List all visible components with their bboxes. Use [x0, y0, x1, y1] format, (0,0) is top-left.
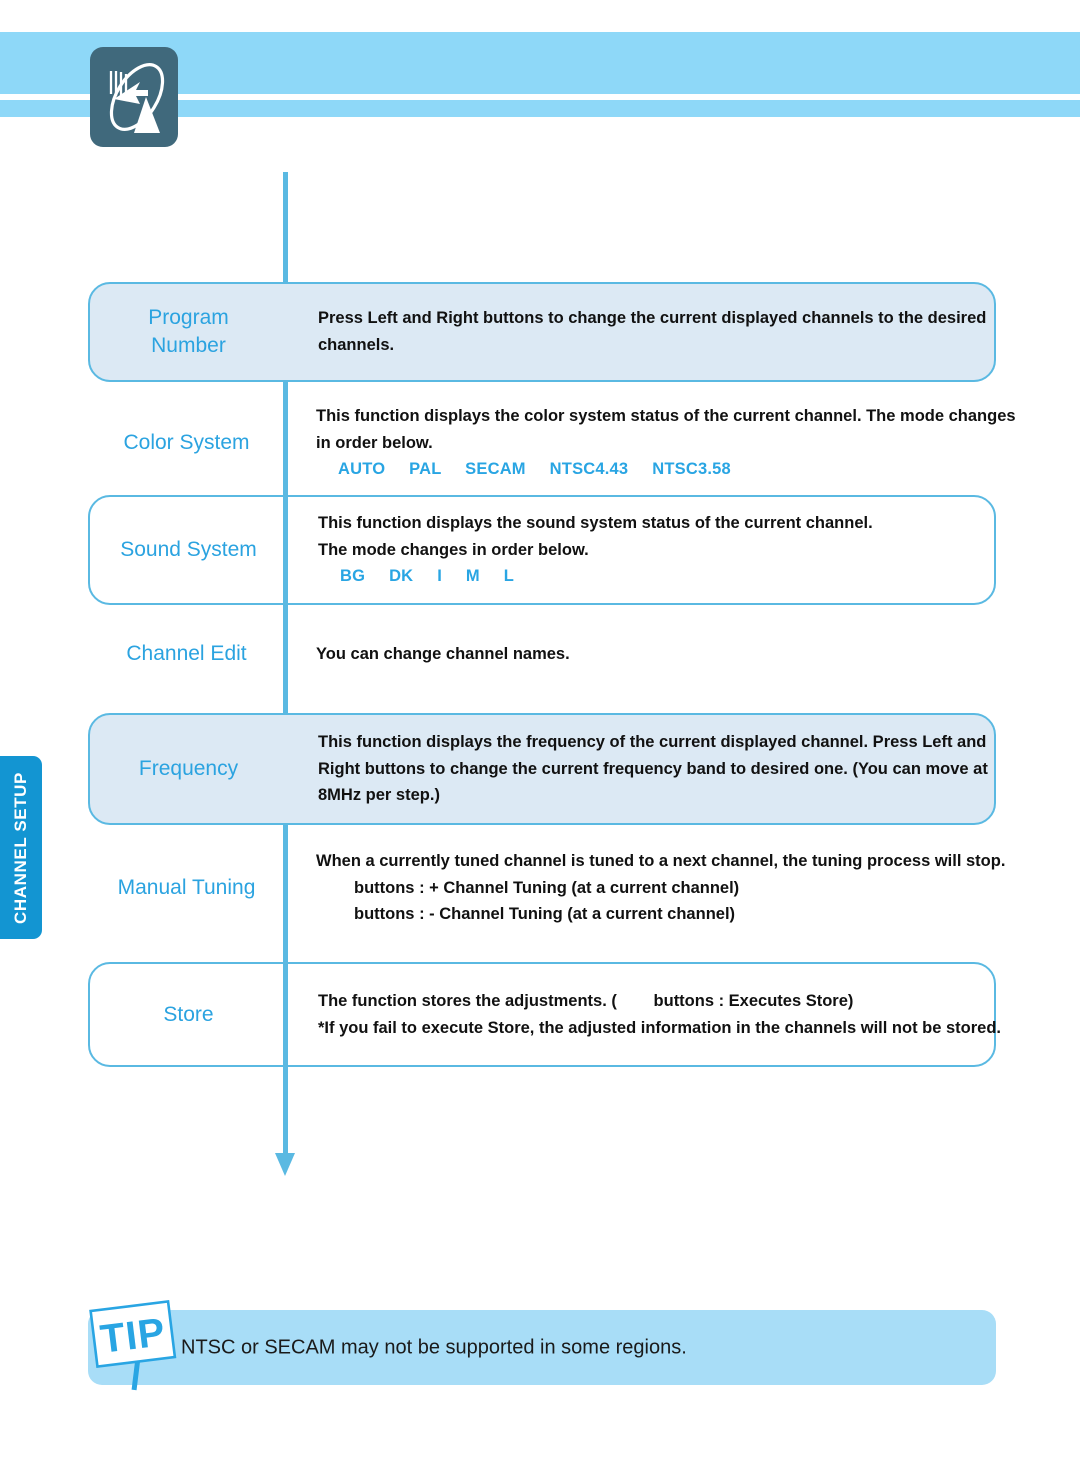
row-label-line-1: Program	[148, 306, 229, 330]
row-body-manual-tuning: When a currently tuned channel is tuned …	[285, 833, 1021, 943]
table-row-store: Store The function stores the adjustment…	[88, 962, 1001, 1067]
row-text-line: in order below.	[316, 433, 433, 452]
row-body-channel-edit: You can change channel names.	[285, 611, 996, 697]
tip-sign-icon: TIP	[88, 1298, 180, 1398]
row-text-line: You can change channel names.	[316, 644, 570, 663]
sidebar-section-tab-channel-setup[interactable]: CHANNEL SETUP	[0, 756, 42, 939]
table-row-sound-system: Sound System This function displays the …	[88, 495, 996, 605]
row-label-manual-tuning: Manual Tuning	[117, 876, 256, 900]
row-text-line-indented: buttons : + Channel Tuning (at a current…	[354, 878, 740, 897]
svg-text:TIP: TIP	[98, 1310, 168, 1362]
row-text-line: *If you fail to execute Store, the adjus…	[318, 1018, 1002, 1037]
sound-system-mode-list: BG DK I M L	[340, 567, 515, 586]
row-body-frequency: This function displays the frequency of …	[287, 715, 1004, 823]
table-row-channel-edit: Channel Edit You can change channel name…	[88, 611, 996, 697]
row-label-program-number: Program Number	[90, 284, 287, 380]
table-row-frequency: Frequency This function displays the fre…	[88, 713, 996, 825]
tip-text: NTSC or SECAM may not be supported in so…	[181, 1336, 687, 1358]
table-row-color-system: Color System This function displays the …	[88, 393, 1015, 493]
row-label-line-2: Number	[151, 334, 226, 357]
row-text-line: This function displays the frequency of …	[318, 732, 987, 751]
row-text-line: The mode changes in order below.	[318, 540, 589, 559]
row-body-program-number: Press Left and Right buttons to change t…	[287, 284, 1002, 380]
flow-arrow-down-icon	[275, 1153, 295, 1176]
row-text-line: The function stores the adjustments. ( b…	[318, 991, 854, 1010]
row-label-channel-edit: Channel Edit	[126, 642, 247, 666]
row-body-sound-system: This function displays the sound system …	[287, 497, 994, 603]
row-text-line: This function displays the color system …	[316, 406, 1016, 425]
row-label-sound-system: Sound System	[120, 538, 257, 562]
row-label-color-system: Color System	[123, 431, 250, 455]
table-row-program-number: Program Number Press Left and Right butt…	[88, 282, 996, 382]
row-text-line: 8MHz per step.)	[318, 786, 440, 805]
sidebar-section-tab-label: CHANNEL SETUP	[11, 771, 30, 924]
row-body-store: The function stores the adjustments. ( b…	[287, 964, 1017, 1065]
row-text-line: Press Left and Right buttons to change t…	[318, 309, 987, 328]
row-text-line: channels.	[318, 336, 395, 354]
satellite-dish-icon	[90, 47, 178, 147]
row-label-store: Store	[163, 1002, 214, 1026]
row-text-line-indented: buttons : - Channel Tuning (at a current…	[354, 905, 736, 924]
row-label-frequency: Frequency	[138, 757, 239, 781]
row-text-line: When a currently tuned channel is tuned …	[316, 851, 1006, 870]
row-body-color-system: This function displays the color system …	[285, 393, 1032, 493]
color-system-mode-list: AUTO PAL SECAM NTSC4.43 NTSC3.58	[338, 460, 731, 479]
row-text-line: This function displays the sound system …	[318, 513, 873, 532]
table-row-manual-tuning: Manual Tuning When a currently tuned cha…	[88, 833, 1006, 943]
row-text-line: Right buttons to change the current freq…	[318, 759, 988, 778]
tip-callout: NTSC or SECAM may not be supported in so…	[88, 1310, 996, 1385]
